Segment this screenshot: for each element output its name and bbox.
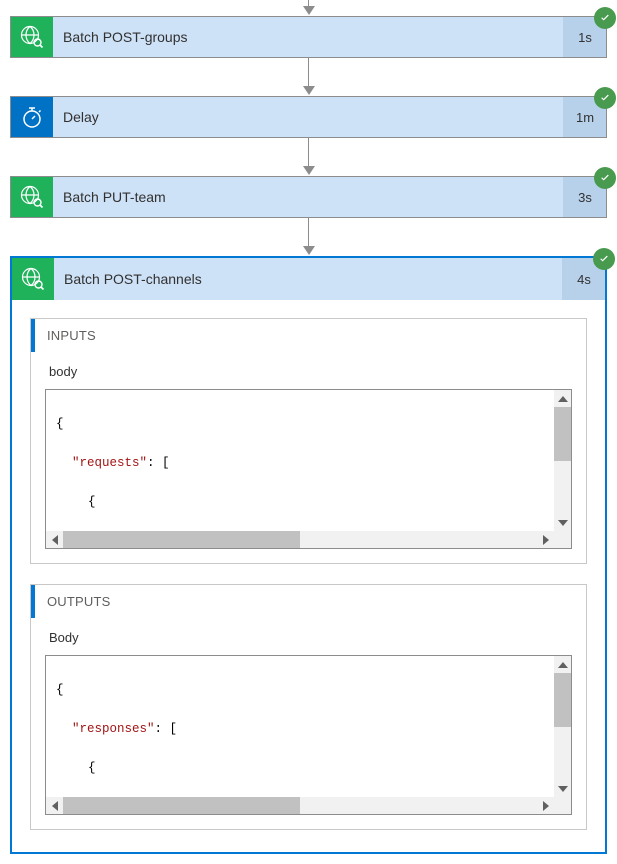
globe-search-icon <box>21 267 45 291</box>
arrow-connector <box>0 138 617 176</box>
step-label: Delay <box>53 97 564 137</box>
step-batch-post-groups[interactable]: Batch POST-groups 1s <box>10 16 607 58</box>
vertical-scrollbar[interactable] <box>554 656 571 797</box>
step-label: Batch PUT-team <box>53 177 564 217</box>
http-icon <box>11 17 53 57</box>
inputs-code-box[interactable]: { "requests": [ { "id": 1, "url": "/team… <box>45 389 572 549</box>
step-delay[interactable]: Delay 1m <box>10 96 607 138</box>
step-header[interactable]: Batch POST-channels 4s <box>12 258 605 300</box>
arrow-connector <box>0 58 617 96</box>
inputs-panel: INPUTS body { "requests": [ { "id": 1, "… <box>30 318 587 564</box>
outputs-code-box[interactable]: { "responses": [ { "id": "1", "status": … <box>45 655 572 815</box>
step-batch-post-channels-expanded: Batch POST-channels 4s INPUTS body { "re… <box>10 256 607 854</box>
outputs-heading: OUTPUTS <box>31 585 586 618</box>
body-label: body <box>49 364 568 379</box>
step-label: Batch POST-groups <box>53 17 564 57</box>
globe-search-icon <box>20 25 44 49</box>
arrow-connector <box>0 218 617 256</box>
horizontal-scrollbar[interactable] <box>46 797 554 814</box>
horizontal-scrollbar[interactable] <box>46 531 554 548</box>
http-icon <box>12 258 54 300</box>
vertical-scrollbar[interactable] <box>554 390 571 531</box>
status-success-badge <box>594 7 616 29</box>
stopwatch-icon <box>20 105 44 129</box>
outputs-panel: OUTPUTS Body { "responses": [ { "id": "1… <box>30 584 587 830</box>
check-icon <box>598 253 610 265</box>
inputs-heading: INPUTS <box>31 319 586 352</box>
check-icon <box>599 172 611 184</box>
status-success-badge <box>593 248 615 270</box>
http-icon <box>11 177 53 217</box>
status-success-badge <box>594 87 616 109</box>
arrow-connector <box>0 0 617 16</box>
check-icon <box>599 12 611 24</box>
inputs-code: { "requests": [ { "id": 1, "url": "/team… <box>56 396 553 549</box>
step-label: Batch POST-channels <box>54 258 563 300</box>
check-icon <box>599 92 611 104</box>
delay-icon <box>11 97 53 137</box>
status-success-badge <box>594 167 616 189</box>
globe-search-icon <box>20 185 44 209</box>
body-label: Body <box>49 630 568 645</box>
step-batch-put-team[interactable]: Batch PUT-team 3s <box>10 176 607 218</box>
outputs-code: { "responses": [ { "id": "1", "status": … <box>56 662 553 815</box>
